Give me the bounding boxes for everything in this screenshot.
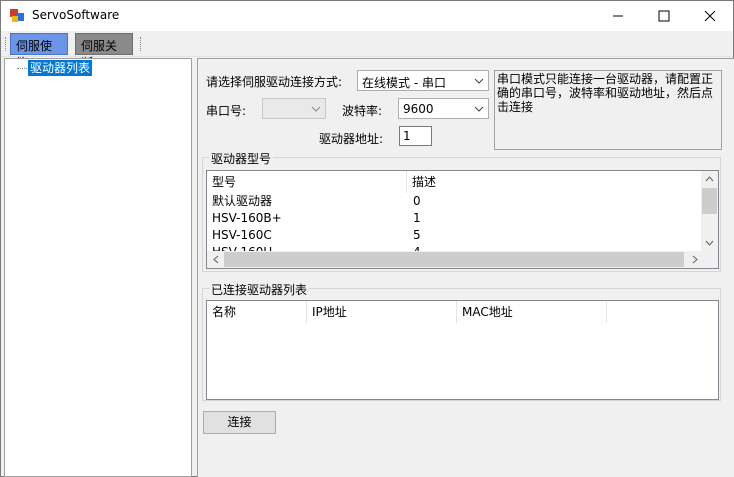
table-row[interactable]: HSV-160C 5 [207,227,703,244]
driver-model-group: 驱动器型号 型号 描述 默认驱动器 0 HSV-160B+ 1 HSV-160C… [202,150,721,272]
main-window: ServoSoftware 伺服使能 伺服关断 驱动器列表 请选择伺服驱动连接方… [0,0,734,477]
column-header-ip-address[interactable]: IP地址 [307,301,457,323]
cell-description: 5 [413,228,421,242]
driver-address-value: 1 [403,129,411,143]
serial-port-label: 串口号: [206,104,247,118]
table-row[interactable]: 默认驱动器 0 [207,193,703,210]
table-row[interactable]: HSV-160B+ 1 [207,210,703,227]
serial-port-select[interactable] [262,98,326,119]
maximize-icon [658,10,670,22]
scroll-left-arrow-icon[interactable] [207,251,224,268]
connection-panel: 请选择伺服驱动连接方式: 在线模式 - 串口 串口号: 波特率: 9600 驱动… [197,58,734,477]
column-header-model[interactable]: 型号 [207,171,407,193]
toolbar: 伺服使能 伺服关断 [1,31,733,70]
toolbar-separator [140,37,141,51]
column-header-description[interactable]: 描述 [407,171,703,193]
connected-drivers-group-title: 已连接驱动器列表 [209,281,310,298]
tree-node-driver-list[interactable]: 驱动器列表 [28,60,93,76]
connected-drivers-list-header: 名称 IP地址 MAC地址 [207,301,718,323]
cell-model: 默认驱动器 [212,194,273,208]
scrollbar-corner [701,251,718,268]
connection-mode-select[interactable]: 在线模式 - 串口 [357,70,489,91]
driver-model-list[interactable]: 型号 描述 默认驱动器 0 HSV-160B+ 1 HSV-160C 5 HSV… [206,170,719,269]
close-button[interactable] [687,1,733,31]
driver-tree[interactable]: 驱动器列表 [4,58,192,477]
connected-drivers-list[interactable]: 名称 IP地址 MAC地址 [206,300,719,400]
column-header-name[interactable]: 名称 [207,301,307,323]
app-icon [10,9,24,23]
cell-model: HSV-160C [212,228,272,242]
maximize-button[interactable] [641,1,687,31]
baud-rate-label: 波特率: [342,104,383,118]
chevron-down-icon [474,78,484,84]
minimize-button[interactable] [595,1,641,31]
vertical-scroll-thumb[interactable] [702,188,717,214]
driver-model-list-header: 型号 描述 [207,171,703,193]
column-header-mac-address[interactable]: MAC地址 [457,301,607,323]
close-icon [704,10,716,22]
vertical-scrollbar[interactable] [701,171,718,252]
baud-rate-value: 9600 [403,102,434,116]
scroll-up-arrow-icon[interactable] [701,171,718,188]
scroll-down-arrow-icon[interactable] [701,235,718,252]
cell-description: 0 [413,194,421,208]
baud-rate-select[interactable]: 9600 [398,98,489,119]
toolbar-grip[interactable] [5,37,7,51]
connection-info-text: 串口模式只能连接一台驱动器，请配置正确的串口号，波特率和驱动地址，然后点击连接 [494,70,722,150]
driver-model-group-title: 驱动器型号 [209,150,274,167]
connect-button[interactable]: 连接 [203,411,276,434]
title-bar[interactable]: ServoSoftware [1,1,733,31]
cell-description: 1 [413,211,421,225]
horizontal-scroll-thumb[interactable] [224,252,684,267]
connected-drivers-group: 已连接驱动器列表 名称 IP地址 MAC地址 [202,281,721,401]
horizontal-scrollbar[interactable] [207,251,703,268]
minimize-icon [613,15,623,17]
column-header-empty[interactable] [607,301,718,323]
connection-mode-value: 在线模式 - 串口 [362,76,446,90]
driver-address-label: 驱动器地址: [319,132,384,146]
servo-enable-button[interactable]: 伺服使能 [10,33,68,70]
tree-connector-line [17,68,27,69]
connection-mode-label: 请选择伺服驱动连接方式: [206,75,343,89]
chevron-down-icon [311,106,321,112]
chevron-down-icon [474,106,484,112]
driver-address-input[interactable]: 1 [399,126,432,146]
servo-disable-button[interactable]: 伺服关断 [75,33,133,70]
window-title: ServoSoftware [32,8,120,22]
cell-model: HSV-160B+ [212,211,282,225]
